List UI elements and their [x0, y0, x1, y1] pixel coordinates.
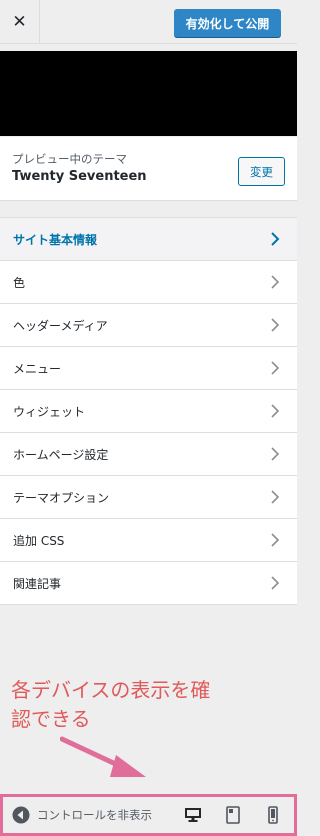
chevron-right-icon — [271, 576, 280, 590]
annotation-arrow — [60, 736, 146, 777]
menu-item-header-media[interactable]: ヘッダーメディア — [0, 304, 297, 347]
menu-item-related-posts[interactable]: 関連記事 — [0, 562, 297, 605]
chevron-right-icon — [271, 490, 280, 504]
menu-item-label: ホームページ設定 — [13, 447, 109, 462]
menu-item-theme-options[interactable]: テーマオプション — [0, 476, 297, 519]
tablet-icon[interactable] — [224, 806, 242, 824]
chevron-right-icon — [271, 232, 280, 246]
chevron-right-icon — [271, 318, 280, 332]
menu-item-label: テーマオプション — [13, 490, 110, 505]
annotation-line-1: 各デバイスの表示を確 — [11, 678, 211, 702]
collapse-controls-label[interactable]: コントロールを非表示 — [37, 807, 152, 823]
collapse-arrow-icon[interactable] — [12, 806, 30, 824]
menu-item-site-identity[interactable]: サイト基本情報 — [0, 218, 297, 261]
chevron-right-icon — [271, 447, 280, 461]
desktop-icon[interactable] — [184, 806, 202, 824]
customizer-menu: サイト基本情報 色 ヘッダーメディア メニュー ウィジェット ホームページ設定 … — [0, 217, 297, 605]
menu-item-label: 追加 CSS — [13, 533, 65, 548]
menu-item-label: メニュー — [13, 361, 62, 376]
preview-banner — [0, 51, 297, 136]
menu-item-label: ヘッダーメディア — [13, 318, 108, 333]
chevron-right-icon — [271, 275, 280, 289]
publish-button[interactable]: 有効化して公開 — [174, 9, 281, 37]
chevron-right-icon — [271, 533, 280, 547]
annotation-text: 各デバイスの表示を確 認できる — [11, 676, 271, 734]
mobile-icon[interactable] — [264, 806, 282, 824]
menu-item-colors[interactable]: 色 — [0, 261, 297, 304]
menu-item-widgets[interactable]: ウィジェット — [0, 390, 297, 433]
menu-item-label: 色 — [13, 275, 26, 290]
close-icon[interactable]: ✕ — [0, 0, 40, 44]
customizer-header: ✕ 有効化して公開 — [0, 0, 297, 44]
annotation-line-2: 認できる — [11, 707, 91, 731]
chevron-right-icon — [271, 361, 280, 375]
theme-caption: プレビュー中のテーマ — [12, 152, 127, 166]
menu-item-additional-css[interactable]: 追加 CSS — [0, 519, 297, 562]
change-theme-button[interactable]: 変更 — [238, 157, 285, 186]
menu-item-label: 関連記事 — [13, 576, 62, 591]
menu-item-label: サイト基本情報 — [13, 232, 98, 247]
menu-item-menus[interactable]: メニュー — [0, 347, 297, 390]
theme-name: Twenty Seventeen — [12, 169, 147, 184]
device-controls-bar: コントロールを非表示 — [0, 794, 297, 836]
menu-item-homepage-settings[interactable]: ホームページ設定 — [0, 433, 297, 476]
chevron-right-icon — [271, 404, 280, 418]
menu-item-label: ウィジェット — [13, 404, 86, 419]
